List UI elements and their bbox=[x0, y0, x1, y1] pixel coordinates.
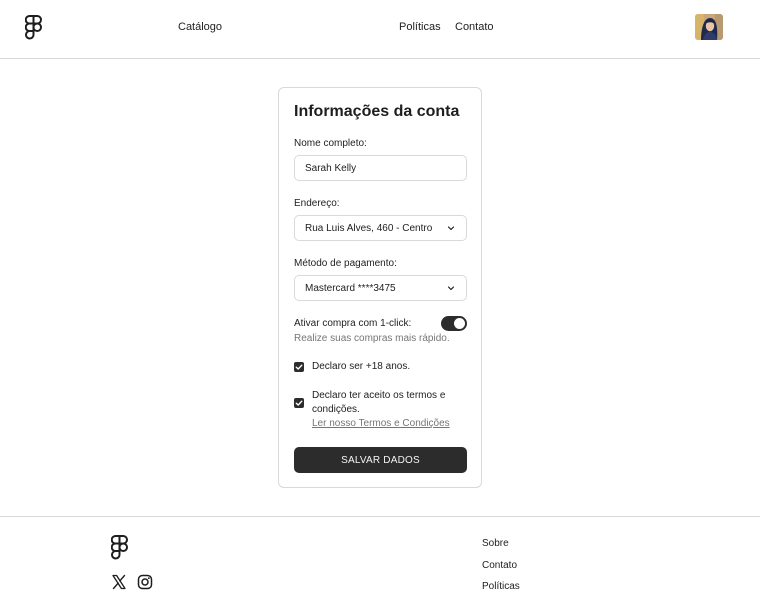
payment-value: Mastercard ****3475 bbox=[305, 282, 396, 294]
top-header: Catálogo Políticas Contato bbox=[0, 0, 760, 59]
footer-link-contato[interactable]: Contato bbox=[482, 560, 517, 571]
name-field[interactable] bbox=[294, 155, 467, 181]
chevron-down-icon bbox=[447, 286, 455, 291]
avatar[interactable] bbox=[695, 14, 723, 40]
terms-link[interactable]: Ler nosso Termos e Condições bbox=[312, 418, 450, 429]
age-checkbox-label: Declaro ser +18 anos. bbox=[312, 361, 411, 372]
name-input[interactable] bbox=[305, 162, 456, 174]
nav-link-catalogo[interactable]: Catálogo bbox=[178, 20, 222, 34]
address-value: Rua Luis Alves, 460 - Centro bbox=[305, 222, 433, 234]
address-label: Endereço: bbox=[294, 198, 340, 209]
check-icon bbox=[295, 400, 303, 406]
instagram-icon[interactable] bbox=[137, 574, 153, 595]
address-select[interactable]: Rua Luis Alves, 460 - Centro bbox=[294, 215, 467, 241]
card-title: Informações da conta bbox=[294, 103, 460, 120]
nav-link-politicas[interactable]: Políticas bbox=[399, 20, 441, 34]
terms-checkbox-label: Declaro ter aceito os termos e condições… bbox=[312, 390, 446, 415]
one-click-description: Realize suas compras mais rápido. bbox=[294, 333, 450, 344]
toggle-knob bbox=[454, 318, 465, 329]
chevron-down-icon bbox=[447, 226, 455, 231]
footer-link-politicas[interactable]: Políticas bbox=[482, 581, 520, 592]
name-label: Nome completo: bbox=[294, 138, 367, 149]
payment-select[interactable]: Mastercard ****3475 bbox=[294, 275, 467, 301]
check-icon bbox=[295, 364, 303, 370]
nav-link-contato[interactable]: Contato bbox=[455, 20, 494, 34]
figma-logo-icon[interactable] bbox=[25, 15, 42, 40]
one-click-toggle[interactable] bbox=[441, 316, 467, 331]
footer: Sobre Contato Políticas bbox=[0, 516, 760, 616]
figma-logo-icon[interactable] bbox=[111, 535, 128, 560]
account-card: Informações da conta Nome completo: Ende… bbox=[278, 87, 482, 488]
payment-label: Método de pagamento: bbox=[294, 258, 397, 269]
save-button[interactable]: SALVAR DADOS bbox=[294, 447, 467, 473]
age-checkbox[interactable] bbox=[294, 362, 304, 372]
terms-checkbox[interactable] bbox=[294, 398, 304, 408]
x-twitter-icon[interactable] bbox=[111, 574, 127, 595]
one-click-label: Ativar compra com 1-click: bbox=[294, 318, 412, 329]
footer-link-sobre[interactable]: Sobre bbox=[482, 538, 509, 549]
